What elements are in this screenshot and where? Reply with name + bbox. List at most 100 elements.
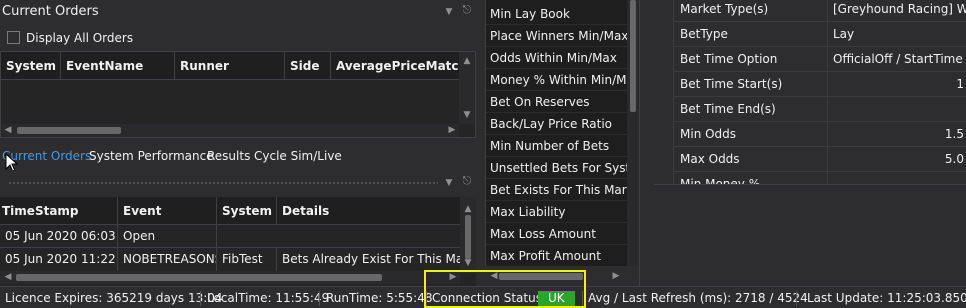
scroll-arrow-right-icon[interactable]: ▶ xyxy=(447,125,457,135)
property-value[interactable]: 1 xyxy=(828,72,966,96)
list-item[interactable]: Min Number of Bets xyxy=(486,135,627,157)
scroll-arrow-right-icon[interactable]: ▶ xyxy=(611,271,621,281)
property-row[interactable]: Bet Time End(s) xyxy=(674,97,966,122)
highlight-box xyxy=(424,270,586,308)
list-item[interactable]: Money % Within Min/Max xyxy=(486,69,627,91)
property-row[interactable]: Bet Time Start(s) 1 xyxy=(674,72,966,97)
event-log-grid: TimeStamp Event System Details 05 Jun 20… xyxy=(0,197,476,288)
pin-icon[interactable]: ⎋ xyxy=(462,175,472,186)
column-header-averagepricematched[interactable]: AveragePriceMatched xyxy=(331,52,459,80)
display-all-orders-checkbox[interactable] xyxy=(7,31,20,44)
event-log-header: TimeStamp Event System Details xyxy=(0,197,460,225)
list-item[interactable]: Place Winners Min/Max xyxy=(486,25,627,47)
event-log-pane: ▼ ⎋ TimeStamp Event System Details 05 Ju… xyxy=(0,170,484,288)
property-name: Min Odds xyxy=(674,122,828,146)
column-header-system[interactable]: System xyxy=(217,197,277,225)
dropdown-arrow-icon[interactable]: ▼ xyxy=(444,178,454,188)
pane-grip[interactable] xyxy=(8,181,438,185)
event-log-vertical-scrollbar[interactable]: ▲ ▼ xyxy=(460,197,476,273)
property-grid: Market Type(s)[Greyhound Racing] Wl...Be… xyxy=(654,0,966,184)
column-header-details[interactable]: Details xyxy=(277,197,460,225)
rules-vertical-scrollbar[interactable] xyxy=(627,0,639,266)
list-item[interactable]: Min Lay Book xyxy=(486,3,627,25)
property-grid-gutter xyxy=(654,0,674,184)
scroll-arrow-down-icon[interactable]: ▼ xyxy=(462,110,472,120)
column-header-system[interactable]: System xyxy=(1,52,61,80)
rules-list-items: Min Lay Book Place Winners Min/Max Odds Wi… xyxy=(486,3,627,267)
pane-title: Current Orders xyxy=(2,4,99,19)
tab-cycle-sim-live[interactable]: Cycle Sim/Live xyxy=(254,146,342,166)
property-name: Bet Time Option xyxy=(674,47,828,71)
property-row[interactable]: BetType Lay xyxy=(674,22,966,47)
licence-expiry-text: Licence Expires: 365219 days 13:04 xyxy=(5,291,223,305)
scroll-arrow-up-icon[interactable]: ▲ xyxy=(462,56,472,66)
property-row[interactable]: Max Odds 5.0 xyxy=(674,147,966,172)
column-header-eventname[interactable]: EventName xyxy=(61,52,175,80)
orders-grid-header: System EventName Runner Side AveragePric… xyxy=(1,52,459,80)
column-header-runner[interactable]: Runner xyxy=(175,52,285,80)
scrollbar-thumb[interactable] xyxy=(16,274,382,281)
cell-event: Open xyxy=(118,225,217,248)
table-row[interactable]: 05 Jun 2020 06:03:29 Open xyxy=(0,225,460,248)
scrollbar-thumb[interactable] xyxy=(630,0,636,112)
status-divider xyxy=(200,291,201,306)
property-value[interactable]: OfficialOff / StartTime xyxy=(828,47,966,71)
current-orders-pane: Current Orders ▼ ⎋ Display All Orders Sy… xyxy=(0,0,484,146)
list-item[interactable]: Back/Lay Price Ratio xyxy=(486,113,627,135)
event-log-horizontal-scrollbar[interactable]: ◀ ▶ xyxy=(0,271,460,284)
cell-system: FibTest xyxy=(217,248,277,271)
orders-grid: System EventName Runner Side AveragePric… xyxy=(0,51,476,138)
scroll-arrow-left-icon[interactable]: ◀ xyxy=(3,272,13,282)
property-row[interactable]: Min Odds 1.5 xyxy=(674,122,966,147)
table-row[interactable]: 05 Jun 2020 11:22:00 NOBETREASONS FibTes… xyxy=(0,248,460,271)
splitter[interactable] xyxy=(639,0,653,286)
last-update-text: Last Update: 11:25:03.850 xyxy=(807,291,966,305)
scroll-arrow-up-icon[interactable]: ▲ xyxy=(463,204,473,214)
tab-system-performance[interactable]: System Performance xyxy=(89,146,214,166)
property-name: BetType xyxy=(674,22,828,46)
status-divider xyxy=(319,291,320,306)
property-name: Max Odds xyxy=(674,147,828,171)
scrollbar-thumb[interactable] xyxy=(17,127,121,134)
scroll-arrow-down-icon[interactable]: ▼ xyxy=(463,258,473,268)
list-item[interactable]: Max Profit Amount xyxy=(486,245,627,267)
column-header-timestamp[interactable]: TimeStamp xyxy=(0,197,118,225)
bottom-tab-strip: Current Orders System Performance Result… xyxy=(0,146,484,166)
cell-timestamp: 05 Jun 2020 06:03:29 xyxy=(0,225,118,248)
refresh-time-text: Avg / Last Refresh (ms): 2718 / 4524 xyxy=(588,291,808,305)
column-header-event[interactable]: Event xyxy=(118,197,217,225)
property-value[interactable]: 5.0 xyxy=(828,147,966,171)
local-time-text: LocalTime: 11:55:49 xyxy=(207,291,330,305)
rules-list: Min Lay Book Place Winners Min/Max Odds Wi… xyxy=(485,0,627,267)
list-item[interactable]: Unsettled Bets For System xyxy=(486,157,627,179)
display-all-orders-label[interactable]: Display All Orders xyxy=(26,31,133,45)
property-row[interactable]: Bet Time Option OfficialOff / StartTime xyxy=(674,47,966,72)
scrollbar-thumb[interactable] xyxy=(465,215,471,259)
property-row[interactable]: Market Type(s)[Greyhound Racing] Wl... xyxy=(674,0,966,22)
list-item[interactable]: Odds Within Min/Max xyxy=(486,47,627,69)
scroll-arrow-left-icon[interactable]: ◀ xyxy=(3,125,13,135)
property-name: Bet Time End(s) xyxy=(674,97,828,121)
property-value[interactable]: Lay xyxy=(828,22,966,46)
property-name: Bet Time Start(s) xyxy=(674,72,828,96)
list-item[interactable]: Max Liability xyxy=(486,201,627,223)
property-name: Min Money % xyxy=(674,172,828,184)
property-row[interactable]: Min Money % xyxy=(674,172,966,184)
column-header-side[interactable]: Side xyxy=(285,52,331,80)
dropdown-arrow-icon[interactable]: ▼ xyxy=(444,7,454,17)
cell-timestamp: 05 Jun 2020 11:22:00 xyxy=(0,248,118,271)
cell-details: Bets Already Exist For This Market xyxy=(282,252,460,266)
list-item[interactable]: Bet On Reserves xyxy=(486,91,627,113)
orders-horizontal-scrollbar[interactable]: ◀ ▶ xyxy=(1,124,459,137)
property-name: Market Type(s) xyxy=(674,0,828,21)
property-value[interactable]: 1.5 xyxy=(828,122,966,146)
list-item[interactable]: Bet Exists For This Market xyxy=(486,179,627,201)
list-item[interactable]: Max Loss Amount xyxy=(486,223,627,245)
orders-vertical-scrollbar[interactable]: ▲ ▼ xyxy=(459,52,475,124)
pin-icon[interactable]: ⎋ xyxy=(462,4,472,15)
tab-results[interactable]: Results xyxy=(207,146,250,166)
property-grid-empty-area xyxy=(654,184,966,286)
cell-event: NOBETREASONS xyxy=(118,248,217,271)
run-time-text: RunTime: 5:55:48 xyxy=(326,291,433,305)
property-value[interactable]: [Greyhound Racing] Wl... xyxy=(828,0,966,21)
